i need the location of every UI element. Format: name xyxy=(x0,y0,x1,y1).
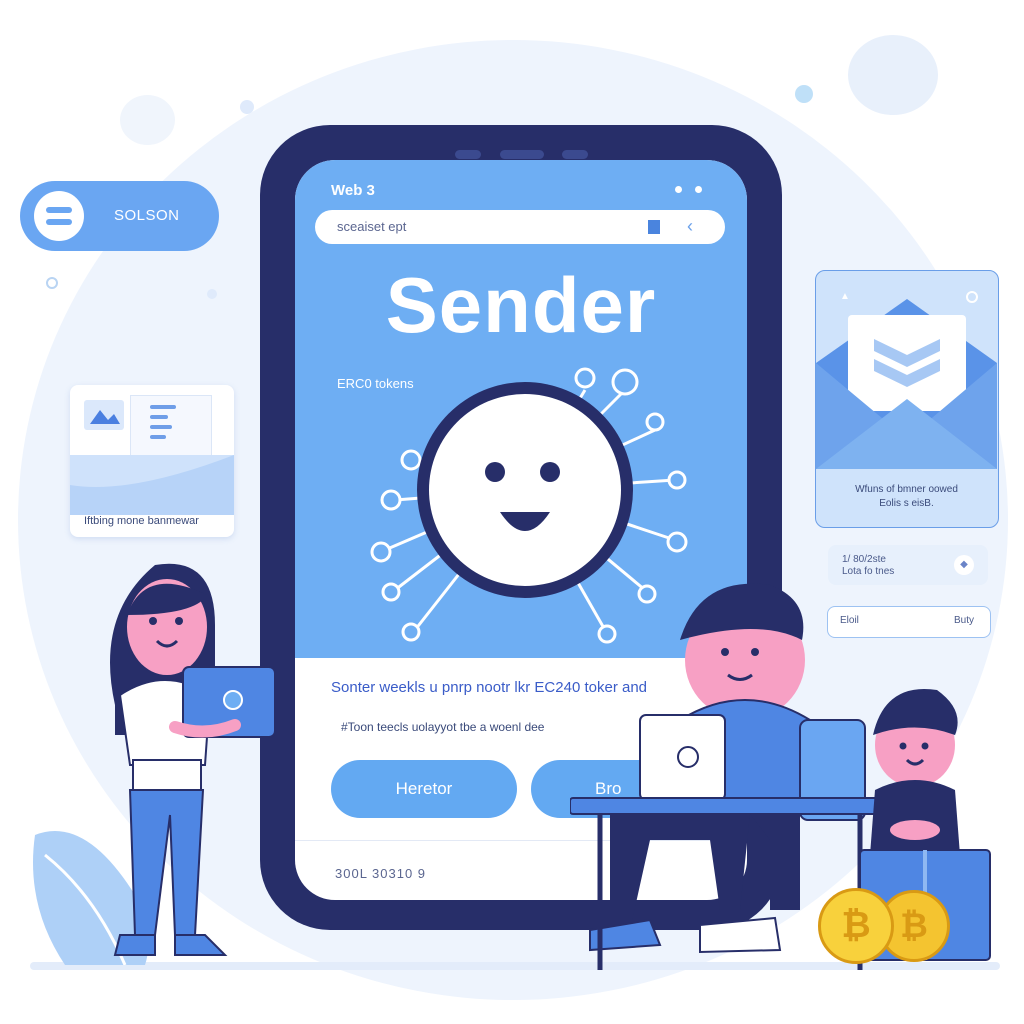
document-line xyxy=(150,425,172,429)
girl-with-laptop-illustration xyxy=(110,563,276,956)
document-base xyxy=(70,455,234,515)
menu-icon-line xyxy=(46,219,72,225)
phone-speaker xyxy=(455,150,481,159)
phone-speaker xyxy=(500,150,544,159)
decor-dot xyxy=(46,277,58,289)
envelope-corner-dot xyxy=(966,291,978,303)
hero-title: Sender xyxy=(385,261,657,349)
bookmark-icon[interactable] xyxy=(648,220,660,234)
phone-speaker xyxy=(562,150,588,159)
document-caption: Iftbing mone banmewar xyxy=(84,515,199,527)
shield-icon: ◆ xyxy=(954,555,974,575)
info-panel: 1/ 80/2ste Lota fo tnes ◆ xyxy=(828,545,988,585)
info-panel-line: 1/ 80/2ste xyxy=(842,554,886,565)
status-dot xyxy=(695,186,702,193)
coin-stack: ₿ ₿ xyxy=(818,888,958,968)
menu-icon xyxy=(34,191,84,241)
note-text: #Toon teecls uolayyot tbe a woenl dee xyxy=(341,720,545,734)
info-panel-line: Lota fo tnes xyxy=(842,566,895,577)
document-card: Iftbing mone banmewar xyxy=(70,385,234,537)
envelope-caption: Wfuns of bmner oowed Eolis s eisB. xyxy=(816,483,997,511)
decor-dot xyxy=(207,289,217,299)
decor-dot xyxy=(240,100,254,114)
envelope-icon xyxy=(816,299,997,469)
envelope-card: ▲ Wfuns of bmner oowed Eolis s eisB. xyxy=(815,270,999,528)
app-header: Web 3 xyxy=(331,182,375,199)
envelope-caption-line: Wfuns of bmner oowed xyxy=(855,484,958,495)
document-line xyxy=(150,435,166,439)
coin-icon: ₿ xyxy=(818,888,894,964)
footer-text: 300L 30310 9 xyxy=(335,866,427,881)
document-line xyxy=(150,415,168,419)
envelope-caption-line: Eolis s eisB. xyxy=(879,498,934,509)
envelope-corner-mark: ▲ xyxy=(840,291,850,302)
decor-dot xyxy=(795,85,813,103)
image-icon xyxy=(84,400,124,430)
address-text: sceaiset ept xyxy=(337,219,407,234)
primary-button[interactable]: Heretor xyxy=(331,760,517,818)
pill-label: SOLSON xyxy=(114,207,180,224)
chevron-left-icon[interactable]: ‹ xyxy=(687,216,693,237)
document-line xyxy=(150,405,176,409)
input-panel-right: Buty xyxy=(954,615,975,626)
decor-dot xyxy=(120,95,175,145)
info-panel-text: 1/ 80/2ste Lota fo tnes xyxy=(842,554,894,578)
status-dot xyxy=(675,186,682,193)
address-bar[interactable]: sceaiset ept ‹ xyxy=(315,210,725,244)
menu-pill[interactable]: SOLSON xyxy=(20,181,219,251)
menu-icon-line xyxy=(46,207,72,213)
decor-dot xyxy=(848,35,938,115)
